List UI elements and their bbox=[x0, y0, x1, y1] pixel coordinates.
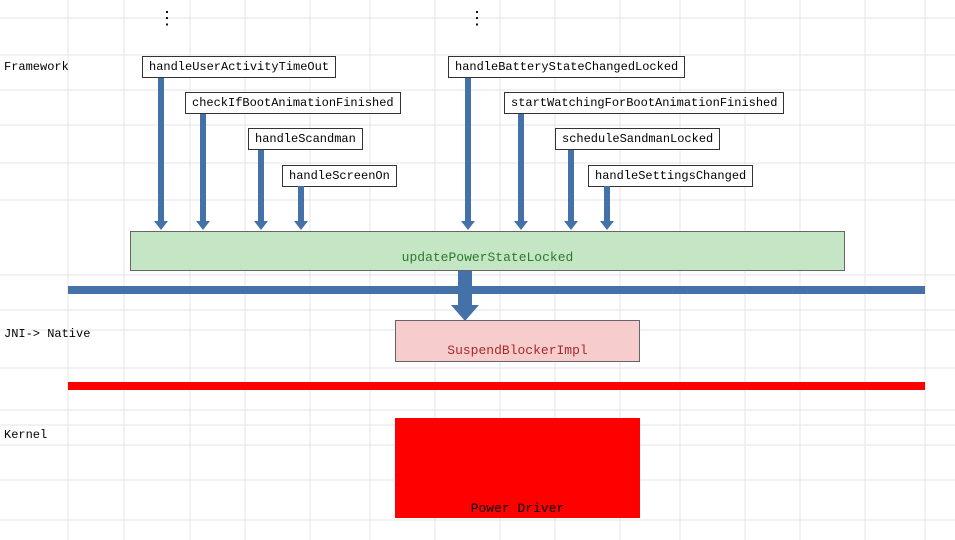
arrow-1 bbox=[158, 78, 164, 222]
layer-framework-label: Framework bbox=[4, 60, 69, 74]
layer-jni-label: JNI-> Native bbox=[4, 327, 90, 341]
ellipsis-right: ⋮ bbox=[468, 8, 488, 30]
layer-kernel-label: Kernel bbox=[4, 428, 47, 442]
box-handleScreenOn: handleScreenOn bbox=[282, 165, 397, 187]
arrow-8 bbox=[604, 186, 610, 222]
red-divider bbox=[68, 382, 925, 390]
arrow-3 bbox=[258, 150, 264, 222]
box-updatePowerStateLocked: updatePowerStateLocked bbox=[130, 231, 845, 271]
box-startWatchingForBootAnimationFinished: startWatchingForBootAnimationFinished bbox=[504, 92, 784, 114]
arrow-5 bbox=[465, 78, 471, 222]
box-scheduleSandmanLocked: scheduleSandmanLocked bbox=[555, 128, 720, 150]
box-handleSettingsChanged: handleSettingsChanged bbox=[588, 165, 753, 187]
box-powerDriver: Power Driver bbox=[395, 418, 640, 518]
box-handleBatteryStateChangedLocked: handleBatteryStateChangedLocked bbox=[448, 56, 685, 78]
box-handleScandman: handleScandman bbox=[248, 128, 363, 150]
arrow-2 bbox=[200, 114, 206, 222]
box-handleUserActivityTimeOut: handleUserActivityTimeOut bbox=[142, 56, 336, 78]
box-suspendBlockerImpl: SuspendBlockerImpl bbox=[395, 320, 640, 362]
arrow-4 bbox=[298, 186, 304, 222]
blue-divider bbox=[68, 286, 925, 294]
arrow-6 bbox=[518, 114, 524, 222]
arrow-7 bbox=[568, 150, 574, 222]
box-checkIfBootAnimationFinished: checkIfBootAnimationFinished bbox=[185, 92, 401, 114]
big-arrow bbox=[458, 271, 472, 307]
ellipsis-left: ⋮ bbox=[158, 8, 178, 30]
